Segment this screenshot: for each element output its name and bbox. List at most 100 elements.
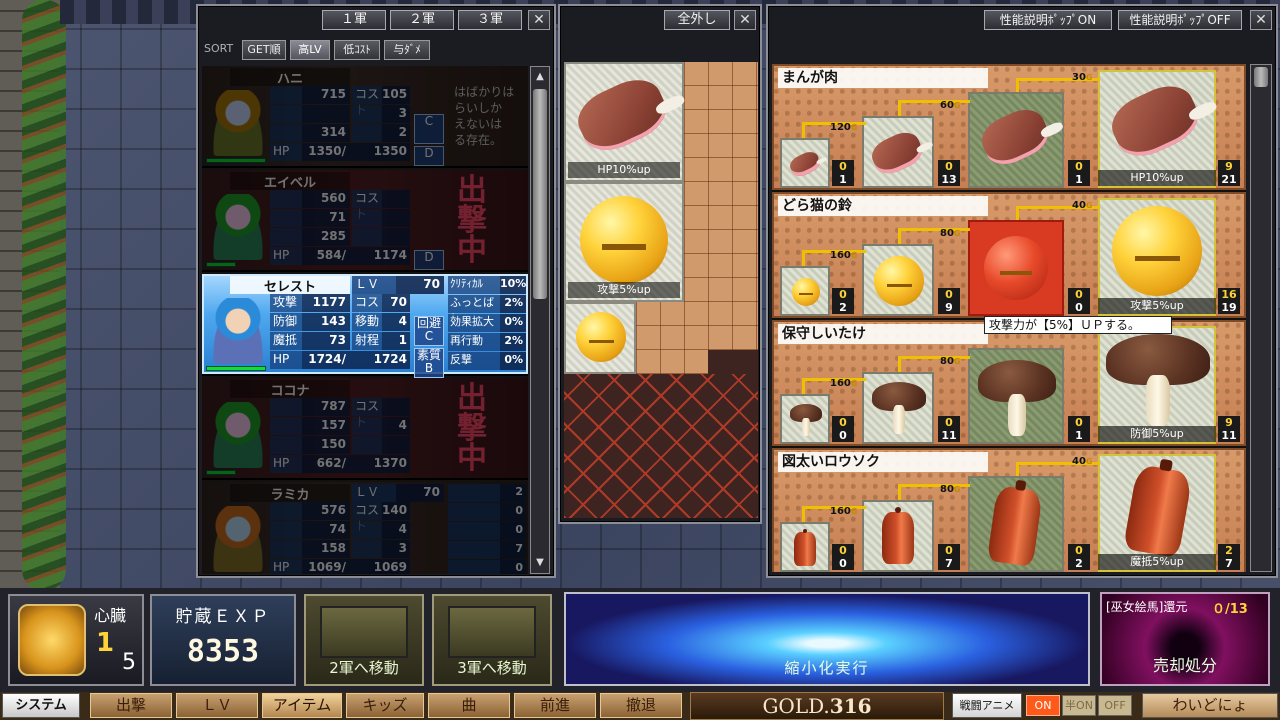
shrink-execute-button[interactable]: 縮小化実行 bbox=[564, 592, 1090, 686]
unit-card-abel[interactable]: エイベル 560コスト 71 285 HP584/1174 D 出撃中 bbox=[202, 170, 528, 272]
unit-card-celeste[interactable]: セレスト ＬＶ 70 攻撃1177コスト70 防御143移動4 魔抵73射程1 … bbox=[202, 274, 528, 378]
item-count: 00 bbox=[1068, 288, 1090, 314]
stage-3[interactable] bbox=[968, 348, 1064, 444]
sell-button[interactable]: [巫女絵馬]還元 ０/13 売却処分 bbox=[1100, 592, 1270, 686]
candle-icon bbox=[882, 506, 914, 564]
effect-tooltip: 攻撃力が【5%】ＵＰする。 bbox=[984, 316, 1172, 334]
item-row-doraneko-bell[interactable]: どら猫の鈴 攻撃5%up 160G 80G 40G 02 09 00 16 19 bbox=[772, 192, 1246, 318]
heart-label: 心臓 bbox=[94, 606, 127, 625]
item-row-candle[interactable]: 図太いロウソク 魔抵5%up 160G 80G 40G 00 07 02 27 bbox=[772, 448, 1246, 572]
equipped-slot-small-bell[interactable] bbox=[564, 302, 636, 374]
move-to-army-2-button[interactable]: 2軍へ移動 bbox=[304, 594, 424, 686]
equipped-slot-bell[interactable]: 攻撃5%up bbox=[564, 182, 684, 302]
tab-army-1[interactable]: １軍 bbox=[322, 10, 386, 30]
close-icon[interactable]: ✕ bbox=[528, 10, 550, 30]
system-button[interactable]: システム bbox=[2, 693, 80, 718]
menu-kids[interactable]: キッズ bbox=[346, 693, 424, 718]
stage-2[interactable] bbox=[862, 500, 934, 572]
menu-sortie[interactable]: 出撃 bbox=[90, 693, 172, 718]
unit-name: セレスト bbox=[230, 276, 350, 295]
skill-value: 0 bbox=[448, 503, 526, 521]
item-count: 09 bbox=[938, 288, 960, 314]
unit-list-scrollbar[interactable]: ▲ ▼ bbox=[530, 66, 550, 574]
sortie-label: 出撃中 bbox=[457, 381, 487, 476]
scroll-thumb[interactable] bbox=[533, 89, 547, 299]
stage-3[interactable] bbox=[968, 92, 1064, 188]
popup-on-button[interactable]: 性能説明ﾎﾟｯﾌﾟON bbox=[984, 10, 1112, 30]
equipped-slot-meat[interactable]: HP10%up bbox=[564, 62, 684, 182]
unit-rank-2: D bbox=[414, 146, 444, 166]
unit-stats: 787コスト 1574 150 HP662/1370 bbox=[270, 398, 410, 474]
stored-exp-value: 8353 bbox=[186, 634, 260, 669]
gold-value: 316 bbox=[829, 694, 872, 718]
menu-lv[interactable]: ＬＶ bbox=[176, 693, 258, 718]
item-list-scrollbar[interactable] bbox=[1250, 64, 1272, 572]
menu-item[interactable]: アイテム bbox=[262, 693, 342, 718]
item-effect: HP10%up bbox=[1098, 170, 1216, 186]
scroll-thumb[interactable] bbox=[1254, 67, 1268, 87]
unit-name: ハニ bbox=[230, 68, 350, 87]
scroll-up-icon[interactable]: ▲ bbox=[532, 69, 548, 85]
unit-name: ラミカ bbox=[230, 484, 350, 503]
sort-damage-button[interactable]: 与ﾀﾞﾒ bbox=[384, 40, 430, 60]
sort-low-cost-button[interactable]: 低ｺｽﾄ bbox=[334, 40, 380, 60]
unit-lv: ＬＶ 70 bbox=[352, 484, 444, 502]
menu-music[interactable]: 曲 bbox=[428, 693, 510, 718]
stage-1[interactable] bbox=[780, 266, 830, 316]
popup-off-button[interactable]: 性能説明ﾎﾟｯﾌﾟOFF bbox=[1118, 10, 1242, 30]
close-icon[interactable]: ✕ bbox=[734, 10, 756, 30]
evasion-rank: 回避 C bbox=[414, 316, 444, 346]
unit-card-cocona[interactable]: ココナ 787コスト 1574 150 HP662/1370 出撃中 bbox=[202, 378, 528, 480]
item-row-shiitake[interactable]: 保守しいたけ 防御5%up 160G 80G 00 0 11 01 9 11 bbox=[772, 320, 1246, 446]
unit-card-hani[interactable]: ハニ 715コスト105 3 3142 HP1350/1350 C D はばかり… bbox=[202, 66, 528, 168]
anim-half-button[interactable]: 半ON bbox=[1062, 695, 1096, 716]
unit-portrait bbox=[210, 402, 266, 468]
mushroom-icon bbox=[1106, 334, 1210, 426]
item-count: 01 bbox=[1068, 160, 1090, 186]
gold-display: GOLD.316 bbox=[690, 692, 944, 720]
sort-get-order-button[interactable]: GET順 bbox=[242, 40, 286, 60]
stage-3[interactable] bbox=[968, 476, 1064, 572]
blocked-cell bbox=[708, 350, 758, 374]
unit-stats: 560コスト 71 285 HP584/1174 bbox=[270, 190, 410, 266]
item-count: 00 bbox=[832, 416, 854, 442]
tab-army-3[interactable]: ３軍 bbox=[458, 10, 522, 30]
item-name: 保守しいたけ bbox=[778, 324, 988, 344]
tab-army-2[interactable]: ２軍 bbox=[390, 10, 454, 30]
hp-bar bbox=[206, 366, 266, 371]
menu-retreat[interactable]: 撤退 bbox=[600, 693, 682, 718]
anim-off-button[interactable]: OFF bbox=[1098, 695, 1132, 716]
anim-on-button[interactable]: ON bbox=[1026, 695, 1060, 716]
inventory-panel: 全外し ✕ HP10%up 攻撃5%up bbox=[558, 4, 762, 524]
skill-value: 0 bbox=[448, 522, 526, 540]
stage-1[interactable] bbox=[780, 138, 830, 188]
scroll-down-icon[interactable]: ▼ bbox=[532, 555, 548, 571]
stage-2[interactable] bbox=[862, 116, 934, 188]
stage-2[interactable] bbox=[862, 244, 934, 316]
waidonyo-button[interactable]: わいどにょ bbox=[1142, 693, 1278, 718]
hp-bar bbox=[206, 262, 236, 267]
move-to-army-3-button[interactable]: 3軍へ移動 bbox=[432, 594, 552, 686]
bell-icon bbox=[792, 278, 820, 306]
skill-knockback: ふっとばし2% bbox=[448, 295, 526, 325]
menu-advance[interactable]: 前進 bbox=[514, 693, 596, 718]
hp-bar bbox=[206, 470, 236, 475]
upgrade-cost: 80G bbox=[940, 484, 961, 495]
stage-1[interactable] bbox=[780, 522, 830, 572]
stage-2[interactable] bbox=[862, 372, 934, 444]
skill-effect-expand: 効果拡大 0% bbox=[448, 314, 526, 332]
close-icon[interactable]: ✕ bbox=[1250, 10, 1272, 30]
mushroom-icon bbox=[872, 382, 926, 434]
upgrade-cost: 60G bbox=[940, 100, 961, 111]
item-row-manga-meat[interactable]: まんが肉 HP10%up 120G 60G 30G 01 0 13 01 9 21 bbox=[772, 64, 1246, 190]
inventory-grid[interactable]: HP10%up 攻撃5%up bbox=[564, 62, 758, 518]
sort-high-lv-button[interactable]: 高LV bbox=[290, 40, 330, 60]
stage-1[interactable] bbox=[780, 394, 830, 444]
item-count: 02 bbox=[1068, 544, 1090, 570]
upgrade-cost: 30G bbox=[1072, 72, 1093, 83]
skill-reaction: 再行動 2% bbox=[448, 333, 526, 351]
unequip-all-button[interactable]: 全外し bbox=[664, 10, 730, 30]
bell-icon bbox=[1112, 206, 1202, 296]
stage-3[interactable] bbox=[968, 220, 1064, 316]
unit-card-ramika[interactable]: ラミカ ＬＶ 70 576コスト140 744 1583 HP1069/1069… bbox=[202, 482, 528, 574]
